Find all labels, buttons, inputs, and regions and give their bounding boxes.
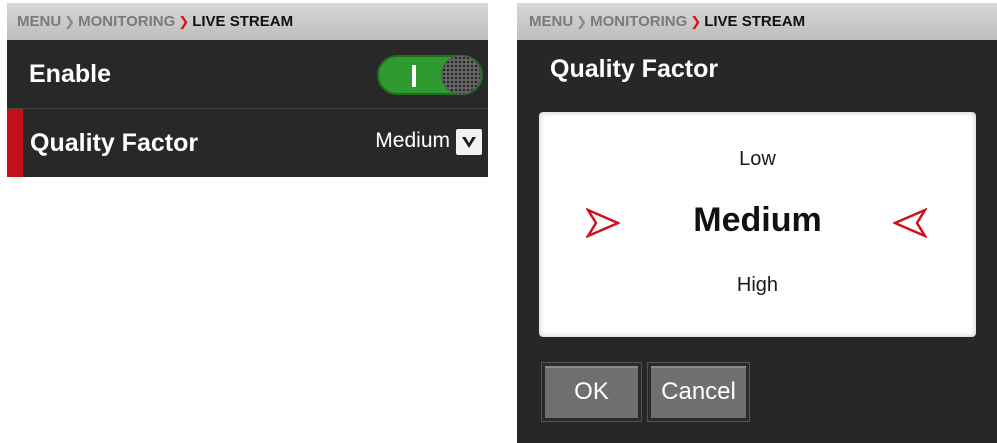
toggle-on-indicator: [412, 65, 416, 87]
option-low[interactable]: Low: [539, 148, 976, 171]
breadcrumb-monitoring[interactable]: MONITORING: [590, 13, 687, 30]
arrow-right-outline-icon: [586, 208, 620, 238]
enable-toggle[interactable]: [377, 55, 483, 95]
enable-label: Enable: [29, 59, 111, 88]
arrow-left-outline-icon: [893, 208, 927, 238]
breadcrumb-menu[interactable]: MENU: [529, 13, 573, 30]
cancel-button[interactable]: Cancel: [647, 362, 750, 422]
breadcrumb: MENU ❯ MONITORING ❯ LIVE STREAM: [517, 3, 997, 40]
option-high[interactable]: High: [539, 274, 976, 297]
breadcrumb-current: LIVE STREAM: [192, 13, 294, 30]
chevron-down-icon: [462, 137, 476, 148]
quality-factor-label: Quality Factor: [30, 128, 199, 157]
option-picker[interactable]: Low Medium High: [539, 112, 976, 337]
chevron-right-icon: ❯: [690, 13, 702, 29]
breadcrumb-current: LIVE STREAM: [704, 13, 806, 30]
selection-indicator: [7, 109, 23, 177]
settings-panel: MENU ❯ MONITORING ❯ LIVE STREAM Enable Q…: [7, 3, 488, 177]
chevron-right-icon: ❯: [178, 13, 190, 29]
quality-factor-value[interactable]: Medium: [375, 129, 450, 153]
chevron-right-icon: ❯: [64, 13, 76, 29]
chevron-right-icon: ❯: [576, 13, 588, 29]
toggle-knob[interactable]: [441, 55, 481, 95]
breadcrumb-monitoring[interactable]: MONITORING: [78, 13, 175, 30]
breadcrumb-menu[interactable]: MENU: [17, 13, 61, 30]
dialog-title: Quality Factor: [550, 55, 719, 83]
breadcrumb: MENU ❯ MONITORING ❯ LIVE STREAM: [7, 3, 488, 40]
quality-factor-row[interactable]: Quality Factor Medium: [7, 109, 488, 177]
enable-row[interactable]: Enable: [7, 40, 488, 109]
ok-button[interactable]: OK: [541, 362, 642, 422]
quality-factor-dialog: MENU ❯ MONITORING ❯ LIVE STREAM Quality …: [517, 3, 997, 443]
dropdown-button[interactable]: [456, 129, 482, 155]
